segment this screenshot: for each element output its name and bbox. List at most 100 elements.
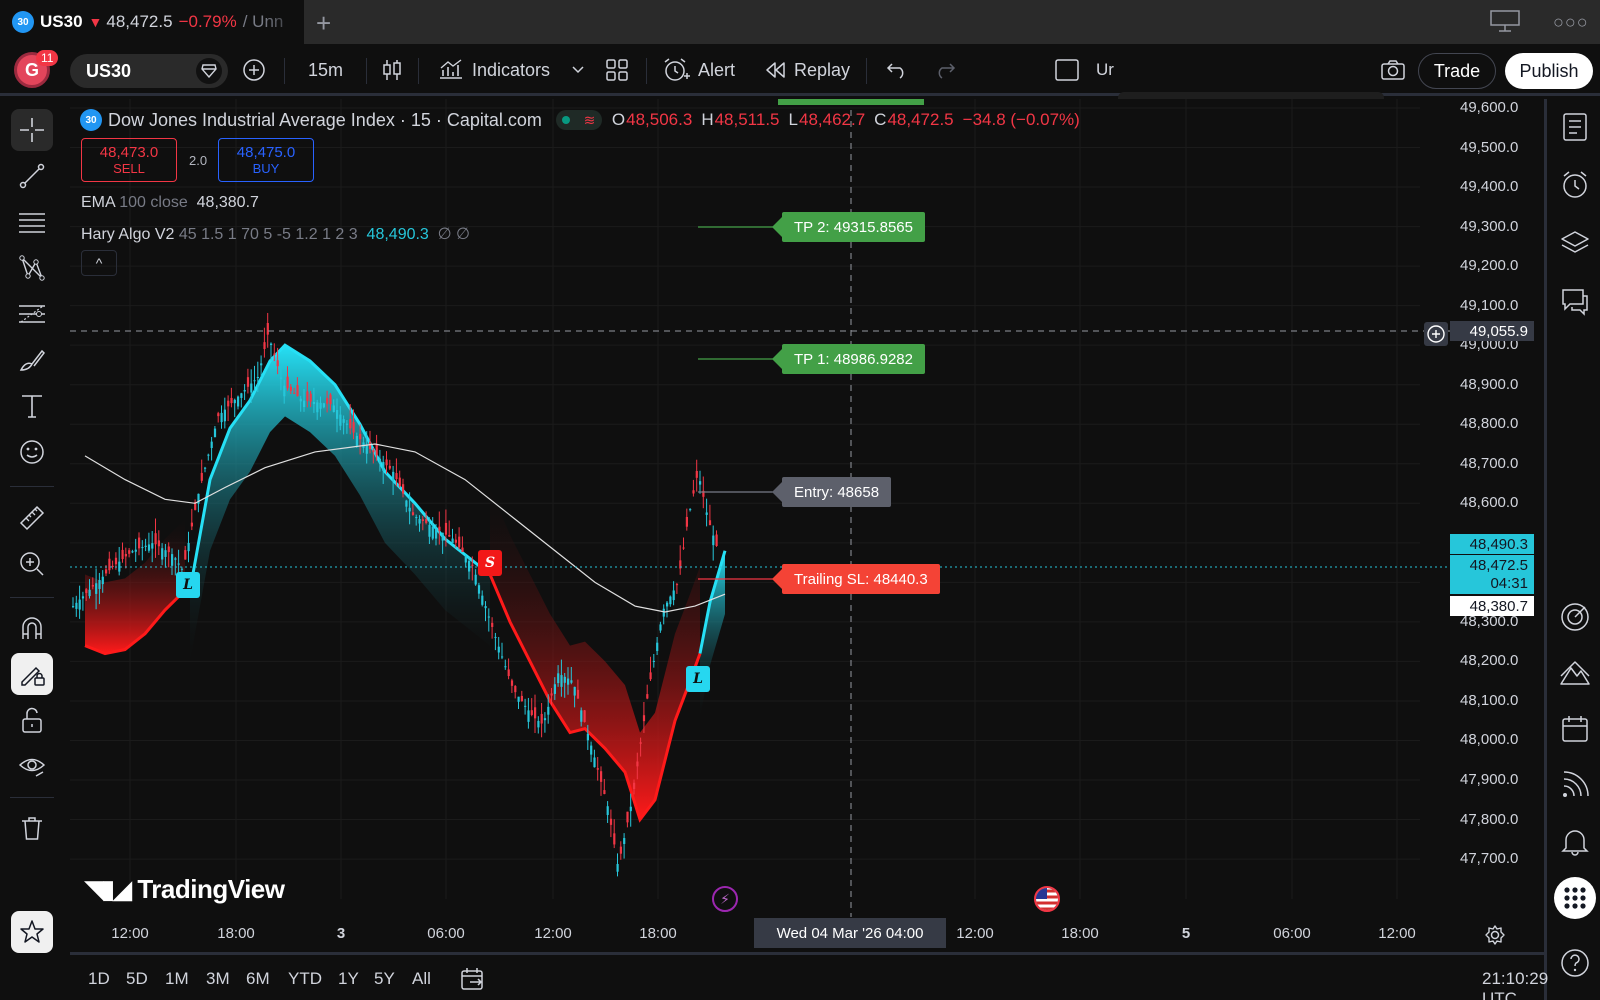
eye-icon[interactable]: [11, 745, 53, 787]
candle-body: [517, 696, 520, 702]
range-button-5y[interactable]: 5Y: [374, 969, 395, 989]
sell-button[interactable]: 48,473.0 SELL: [81, 138, 177, 182]
utc-clock[interactable]: 21:10:29 UTC: [1482, 969, 1548, 1000]
indicators-button[interactable]: Indicators: [438, 44, 550, 96]
diamond-icon[interactable]: [196, 58, 222, 84]
candle-body: [550, 693, 553, 696]
ema-params: 100 close: [119, 194, 188, 211]
market-status-pill[interactable]: ≋: [555, 110, 602, 130]
candle-body: [339, 414, 342, 426]
undo-icon[interactable]: [886, 44, 908, 96]
help-question-icon[interactable]: [1557, 945, 1593, 981]
watchlist-icon[interactable]: [1557, 109, 1593, 145]
broadcast-icon[interactable]: [1557, 767, 1593, 803]
candle-body: [471, 564, 474, 566]
calendar-icon[interactable]: [1557, 711, 1593, 747]
apps-grid-icon[interactable]: [1554, 877, 1596, 919]
alerts-clock-icon[interactable]: [1557, 167, 1593, 203]
chart-tab[interactable]: 30 US30 ▼ 48,472.5 −0.79% / Unn: [0, 0, 304, 44]
last-price-value: 48,472.5: [1469, 556, 1528, 574]
ideas-mountain-icon[interactable]: [1557, 655, 1593, 691]
axis-settings-gear-icon[interactable]: [1484, 924, 1506, 951]
fib-retracement-icon[interactable]: [11, 293, 53, 335]
range-button-1m[interactable]: 1M: [165, 969, 189, 989]
range-button-all[interactable]: All: [412, 969, 431, 989]
range-button-1d[interactable]: 1D: [88, 969, 110, 989]
candle-body: [689, 509, 692, 511]
candle-body: [431, 526, 434, 539]
candle-body: [392, 471, 395, 481]
candle-body: [276, 360, 279, 367]
instrument-title[interactable]: Dow Jones Industrial Average Index · 15 …: [108, 110, 542, 131]
layout-name-button[interactable]: Ur: [1096, 44, 1114, 96]
candle-body: [669, 596, 672, 605]
replay-button[interactable]: Replay: [764, 44, 850, 96]
new-tab-plus-icon[interactable]: +: [316, 8, 331, 39]
horizontal-lines-icon[interactable]: [11, 201, 53, 243]
us-flag-event-icon[interactable]: [1034, 886, 1060, 912]
trash-icon[interactable]: [11, 807, 53, 849]
legend-title-row[interactable]: 30 Dow Jones Industrial Average Index · …: [80, 106, 1160, 134]
range-button-6m[interactable]: 6M: [246, 969, 270, 989]
zoom-in-icon[interactable]: [11, 543, 53, 585]
tp2-label[interactable]: TP 2: 49315.8565: [772, 212, 925, 242]
lock-drawing-icon[interactable]: [11, 653, 53, 695]
redo-icon[interactable]: [934, 44, 956, 96]
range-button-1y[interactable]: 1Y: [338, 969, 359, 989]
candle-body: [616, 864, 619, 872]
range-button-3m[interactable]: 3M: [206, 969, 230, 989]
user-avatar[interactable]: G 11: [14, 44, 59, 96]
add-plus-circle-icon[interactable]: [1424, 322, 1448, 346]
wave-icon: ≋: [583, 111, 596, 128]
star-favorites-icon[interactable]: [11, 911, 53, 953]
candle-body: [250, 383, 253, 393]
candle-body: [613, 833, 616, 845]
layout-square-icon[interactable]: [1054, 44, 1080, 96]
text-tool-icon[interactable]: [11, 385, 53, 427]
publish-button[interactable]: Publish: [1505, 53, 1593, 89]
trend-line-icon[interactable]: [11, 155, 53, 197]
toolbar-separator: [10, 797, 54, 798]
collapse-legend-button[interactable]: ^: [81, 250, 117, 276]
symbol-search[interactable]: US30: [70, 54, 228, 88]
layout-screen-icon[interactable]: [1490, 10, 1520, 32]
candles-icon[interactable]: [381, 44, 403, 96]
ruler-icon[interactable]: [11, 497, 53, 539]
lightning-event-icon[interactable]: ⚡: [712, 886, 738, 912]
interval-button[interactable]: 15m: [308, 44, 343, 96]
price-tick: 49,400.0: [1460, 178, 1519, 196]
more-dots-icon[interactable]: ○○○: [1553, 12, 1589, 33]
candle-body: [576, 689, 580, 699]
range-button-5d[interactable]: 5D: [126, 969, 148, 989]
target-icon[interactable]: [1557, 599, 1593, 635]
crosshair-tool-icon[interactable]: [11, 109, 53, 151]
trade-button[interactable]: Trade: [1418, 53, 1496, 89]
emoji-icon[interactable]: [11, 431, 53, 473]
entry-label[interactable]: Entry: 48658: [771, 477, 892, 507]
tp1-label[interactable]: TP 1: 48986.9282: [772, 344, 925, 374]
goto-date-icon[interactable]: [460, 967, 486, 996]
magnet-icon[interactable]: [11, 607, 53, 649]
candle-body: [580, 710, 583, 722]
candle-body: [141, 547, 144, 549]
brush-icon[interactable]: [11, 339, 53, 381]
chevron-down-icon[interactable]: [572, 44, 584, 96]
notifications-bell-icon[interactable]: [1557, 823, 1593, 859]
candle-body: [557, 673, 560, 684]
ema-legend-row[interactable]: EMA 100 close 48,380.7: [81, 194, 259, 212]
layers-icon[interactable]: [1557, 225, 1593, 261]
ohlc-high-value: 48,511.5: [714, 110, 780, 129]
unlock-icon[interactable]: [11, 699, 53, 741]
algo-legend-row[interactable]: Hary Algo V2 45 1.5 1 70 5 -5 1.2 1 2 3 …: [81, 224, 470, 244]
buy-button[interactable]: 48,475.0 BUY: [218, 138, 314, 182]
candle-body: [606, 806, 609, 815]
alert-button[interactable]: Alert: [662, 44, 735, 96]
pattern-tool-icon[interactable]: [11, 247, 53, 289]
chat-icon[interactable]: [1557, 283, 1593, 319]
range-button-ytd[interactable]: YTD: [288, 969, 322, 989]
candle-body: [279, 377, 283, 379]
layouts-grid-icon[interactable]: [606, 44, 628, 96]
compare-plus-icon[interactable]: [242, 44, 266, 96]
trailing-sl-label[interactable]: Trailing SL: 48440.3: [772, 564, 940, 594]
camera-icon[interactable]: [1380, 44, 1406, 96]
